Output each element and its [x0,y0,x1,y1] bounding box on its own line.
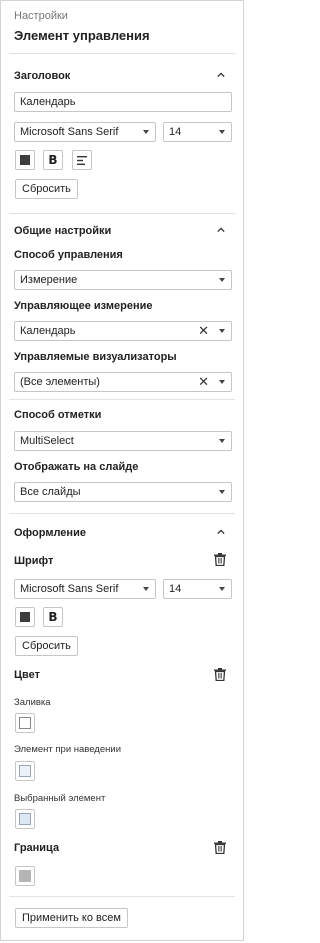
heading-font-select[interactable]: Microsoft Sans Serif [14,122,156,142]
chevron-down-icon [219,439,225,443]
heading-text-color-button[interactable] [15,150,35,170]
heading-size-select[interactable]: 14 [163,122,232,142]
show-on-slide-select[interactable]: Все слайды [14,482,232,502]
divider [9,513,235,514]
chevron-down-icon [219,329,225,333]
chevron-down-icon [143,587,149,591]
control-dimension-label: Управляющее измерение [14,300,153,312]
control-method-value: Измерение [20,274,78,286]
trash-icon[interactable] [214,668,226,681]
color-label: Цвет [14,669,41,681]
appearance-size-value: 14 [169,583,182,595]
bold-icon: B [48,153,58,167]
fill-color-swatch[interactable] [15,713,35,733]
chevron-up-icon[interactable] [217,71,225,79]
section-title-heading: Заголовок [14,70,71,82]
appearance-font-select[interactable]: Microsoft Sans Serif [14,579,156,599]
appearance-bold-button[interactable]: B [43,607,63,627]
controlled-visualizers-select[interactable]: (Все элементы) ✕ [14,372,232,392]
selected-color-swatch[interactable] [15,809,35,829]
heading-reset-button[interactable]: Сбросить [15,179,78,199]
chevron-down-icon [219,380,225,384]
control-dimension-select[interactable]: Календарь ✕ [14,321,232,341]
settings-panel: Настройки Элемент управления Заголовок К… [0,0,244,941]
divider [9,53,235,54]
trash-icon[interactable] [214,553,226,566]
border-color-swatch[interactable] [15,866,35,886]
page-title: Элемент управления [14,28,150,43]
appearance-reset-button[interactable]: Сбросить [15,636,78,656]
clear-icon[interactable]: ✕ [198,375,209,388]
mark-method-select[interactable]: MultiSelect [14,431,232,451]
controlled-visualizers-value: (Все элементы) [20,376,100,388]
chevron-up-icon[interactable] [217,226,225,234]
heading-text-input[interactable]: Календарь [14,92,232,112]
bold-icon: B [48,610,58,624]
border-label: Граница [14,842,60,854]
section-title-appearance: Оформление [14,527,86,539]
heading-bold-button[interactable]: B [43,150,63,170]
clear-icon[interactable]: ✕ [198,324,209,337]
control-dimension-value: Календарь [20,325,76,337]
appearance-size-select[interactable]: 14 [163,579,232,599]
mark-method-label: Способ отметки [14,409,102,421]
chevron-down-icon [219,130,225,134]
mark-method-value: MultiSelect [20,435,74,447]
show-on-slide-value: Все слайды [20,486,81,498]
chevron-up-icon[interactable] [217,528,225,536]
divider [9,399,235,400]
hover-color-swatch[interactable] [15,761,35,781]
apply-to-all-button[interactable]: Применить ко всем [15,908,128,928]
selected-label: Выбранный элемент [14,793,106,804]
section-title-general: Общие настройки [14,225,112,237]
divider [9,896,235,897]
color-fill-icon [20,155,30,165]
show-on-slide-label: Отображать на слайде [14,461,139,473]
hover-label: Элемент при наведении [14,744,121,755]
fill-color-chip [19,717,31,729]
heading-font-value: Microsoft Sans Serif [20,126,119,138]
divider [9,213,235,214]
chevron-down-icon [219,278,225,282]
control-method-label: Способ управления [14,249,123,261]
chevron-down-icon [219,490,225,494]
border-color-chip [19,870,31,882]
controlled-visualizers-label: Управляемые визуализаторы [14,351,177,363]
appearance-text-color-button[interactable] [15,607,35,627]
hover-color-chip [19,765,31,777]
font-label: Шрифт [14,555,54,567]
trash-icon[interactable] [214,841,226,854]
color-fill-icon [20,612,30,622]
selected-color-chip [19,813,31,825]
heading-align-button[interactable] [72,150,92,170]
chevron-down-icon [219,587,225,591]
breadcrumb: Настройки [14,10,68,22]
fill-label: Заливка [14,697,51,708]
appearance-font-value: Microsoft Sans Serif [20,583,119,595]
heading-size-value: 14 [169,126,182,138]
control-method-select[interactable]: Измерение [14,270,232,290]
chevron-down-icon [143,130,149,134]
align-left-icon [77,155,87,165]
